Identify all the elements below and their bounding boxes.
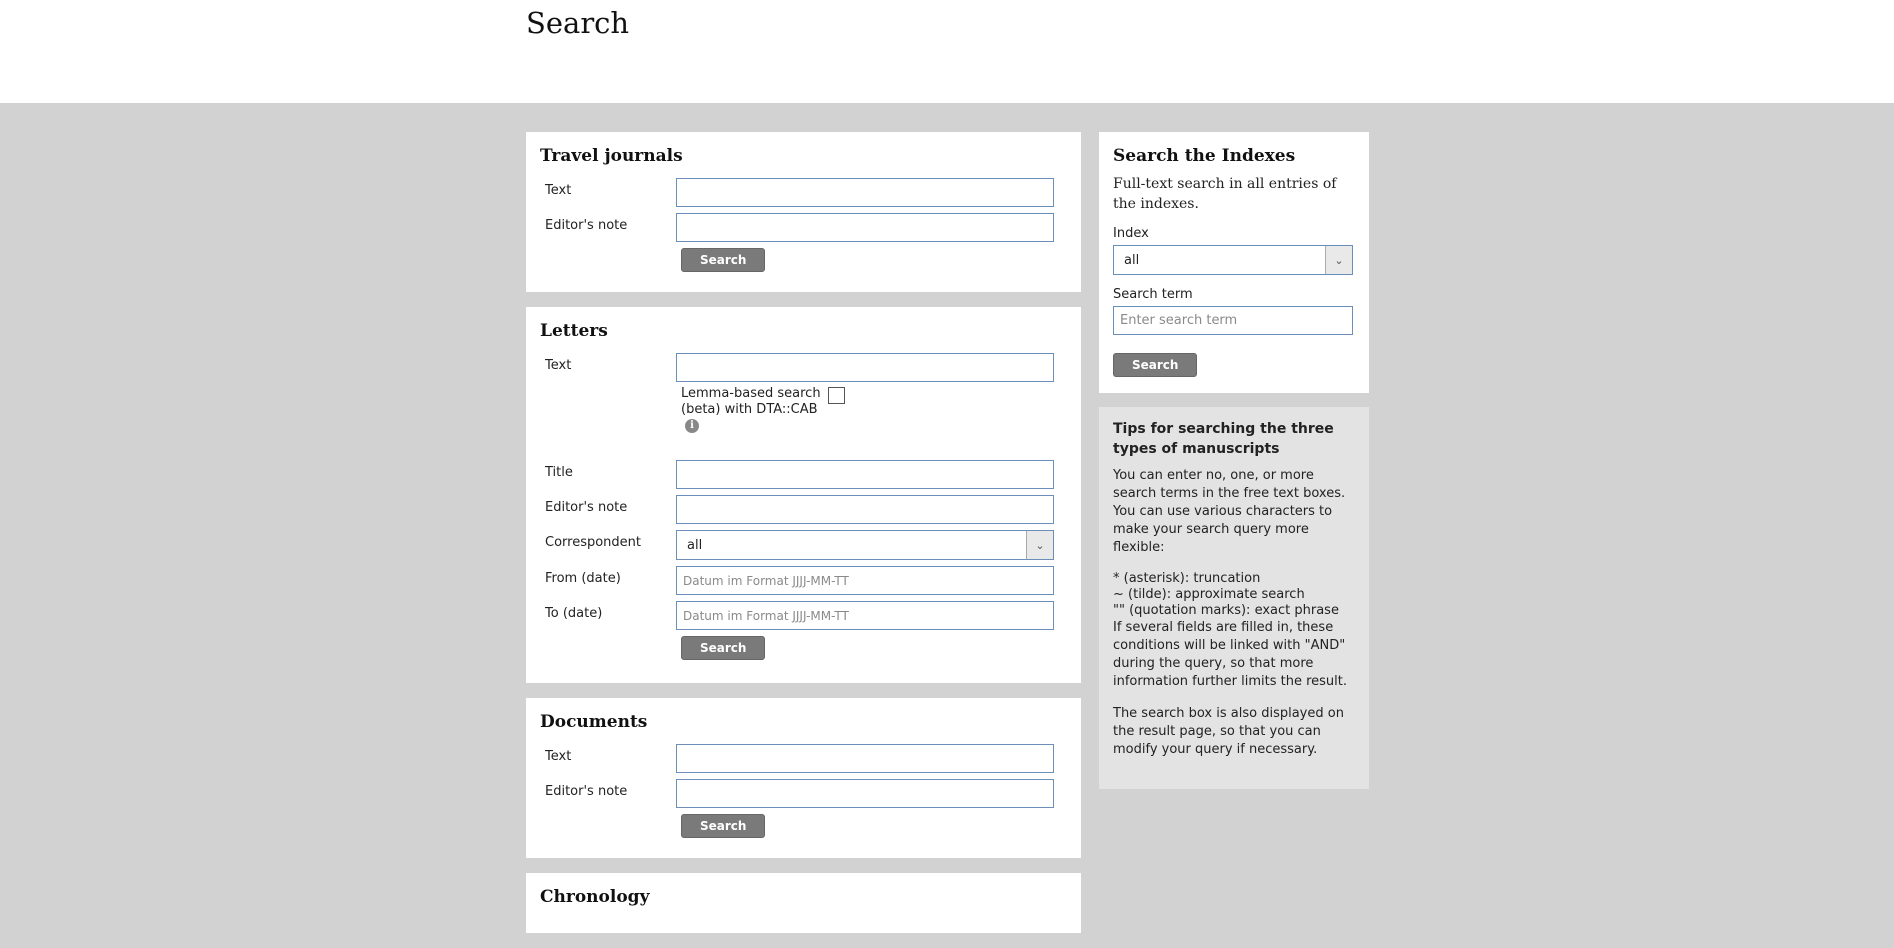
page-header: Search (0, 0, 1894, 103)
indexes-button-row: Search (1113, 353, 1355, 377)
tips-intro: You can enter no, one, or more search te… (1113, 468, 1346, 555)
info-icon[interactable]: i (685, 418, 699, 433)
tips-rule: * (asterisk): truncation (1113, 571, 1261, 586)
chevron-down-icon[interactable]: ⌄ (1026, 531, 1053, 559)
correspondent-select[interactable]: all ⌄ (676, 530, 1054, 560)
chronology-panel: Chronology (526, 873, 1081, 933)
correspondent-label: Correspondent (545, 535, 642, 550)
letters-button-row: Search (681, 636, 1061, 660)
to-date-input[interactable] (676, 601, 1054, 630)
to-date-label: To (date) (545, 606, 603, 621)
letters-text-input[interactable] (676, 353, 1054, 382)
tj-search-button[interactable]: Search (681, 248, 766, 272)
tips-panel: Tips for searching the three types of ma… (1099, 407, 1369, 789)
letters-search-button[interactable]: Search (681, 636, 766, 660)
tj-editors-note-row: Editor's note (540, 213, 1061, 242)
docs-button-row: Search (681, 814, 1061, 838)
indexes-search-button[interactable]: Search (1113, 353, 1198, 377)
indexes-panel: Search the Indexes Full-text search in a… (1099, 132, 1369, 393)
correspondent-row: Correspondent all ⌄ (540, 530, 1061, 560)
letters-panel: Letters Text Lemma-based search (beta) w… (526, 307, 1081, 683)
letters-title-row: Title (540, 460, 1061, 489)
left-column: Travel journals Text Editor's note Searc… (526, 132, 1081, 948)
correspondent-value: all (687, 537, 703, 553)
letters-title-input[interactable] (676, 460, 1054, 489)
indexes-heading: Search the Indexes (1113, 146, 1296, 166)
tj-text-input[interactable] (676, 178, 1054, 207)
letters-text-row: Text (540, 353, 1061, 382)
from-date-row: From (date) (540, 566, 1061, 595)
to-date-row: To (date) (540, 601, 1061, 630)
letters-editors-note-row: Editor's note (540, 495, 1061, 524)
tj-editors-note-label: Editor's note (545, 218, 628, 233)
travel-journals-panel: Travel journals Text Editor's note Searc… (526, 132, 1081, 292)
docs-text-label: Text (545, 749, 572, 764)
right-column: Search the Indexes Full-text search in a… (1099, 132, 1369, 789)
tj-button-row: Search (681, 248, 1061, 272)
docs-editors-note-row: Editor's note (540, 779, 1061, 808)
page-title: Search (526, 6, 630, 40)
tips-rules: * (asterisk): truncation ~ (tilde): appr… (1113, 571, 1353, 691)
docs-text-row: Text (540, 744, 1061, 773)
tj-text-row: Text (540, 178, 1061, 207)
letters-text-label: Text (545, 358, 572, 373)
search-term-input[interactable] (1113, 306, 1353, 335)
lemma-checkbox[interactable] (828, 387, 845, 404)
letters-heading: Letters (540, 321, 608, 341)
letters-editors-note-label: Editor's note (545, 500, 628, 515)
tj-text-label: Text (545, 183, 572, 198)
chronology-heading: Chronology (540, 887, 650, 907)
tips-outro: The search box is also displayed on the … (1113, 706, 1344, 757)
documents-heading: Documents (540, 712, 648, 732)
chevron-down-icon[interactable]: ⌄ (1325, 246, 1352, 274)
letters-title-label: Title (545, 465, 573, 480)
from-date-input[interactable] (676, 566, 1054, 595)
lemma-label-wrap: Lemma-based search (beta) with DTA::CABi (681, 386, 826, 434)
index-label: Index (1113, 226, 1149, 241)
tips-heading: Tips for searching the three types of ma… (1113, 421, 1334, 457)
tips-rule: "" (quotation marks): exact phrase (1113, 603, 1339, 618)
docs-search-button[interactable]: Search (681, 814, 766, 838)
tj-editors-note-input[interactable] (676, 213, 1054, 242)
docs-text-input[interactable] (676, 744, 1054, 773)
docs-editors-note-label: Editor's note (545, 784, 628, 799)
lemma-label: Lemma-based search (beta) with DTA::CAB (681, 386, 821, 417)
documents-panel: Documents Text Editor's note Search (526, 698, 1081, 858)
lemma-row: Lemma-based search (beta) with DTA::CABi (681, 386, 1061, 434)
search-term-label: Search term (1113, 287, 1193, 302)
index-value: all (1124, 252, 1140, 268)
indexes-description: Full-text search in all entries of the i… (1113, 176, 1337, 212)
letters-editors-note-input[interactable] (676, 495, 1054, 524)
tips-rule: ~ (tilde): approximate search (1113, 587, 1305, 602)
docs-editors-note-input[interactable] (676, 779, 1054, 808)
travel-journals-heading: Travel journals (540, 146, 683, 166)
from-date-label: From (date) (545, 571, 621, 586)
tips-rule: If several fields are filled in, these c… (1113, 620, 1348, 689)
index-select[interactable]: all ⌄ (1113, 245, 1353, 275)
